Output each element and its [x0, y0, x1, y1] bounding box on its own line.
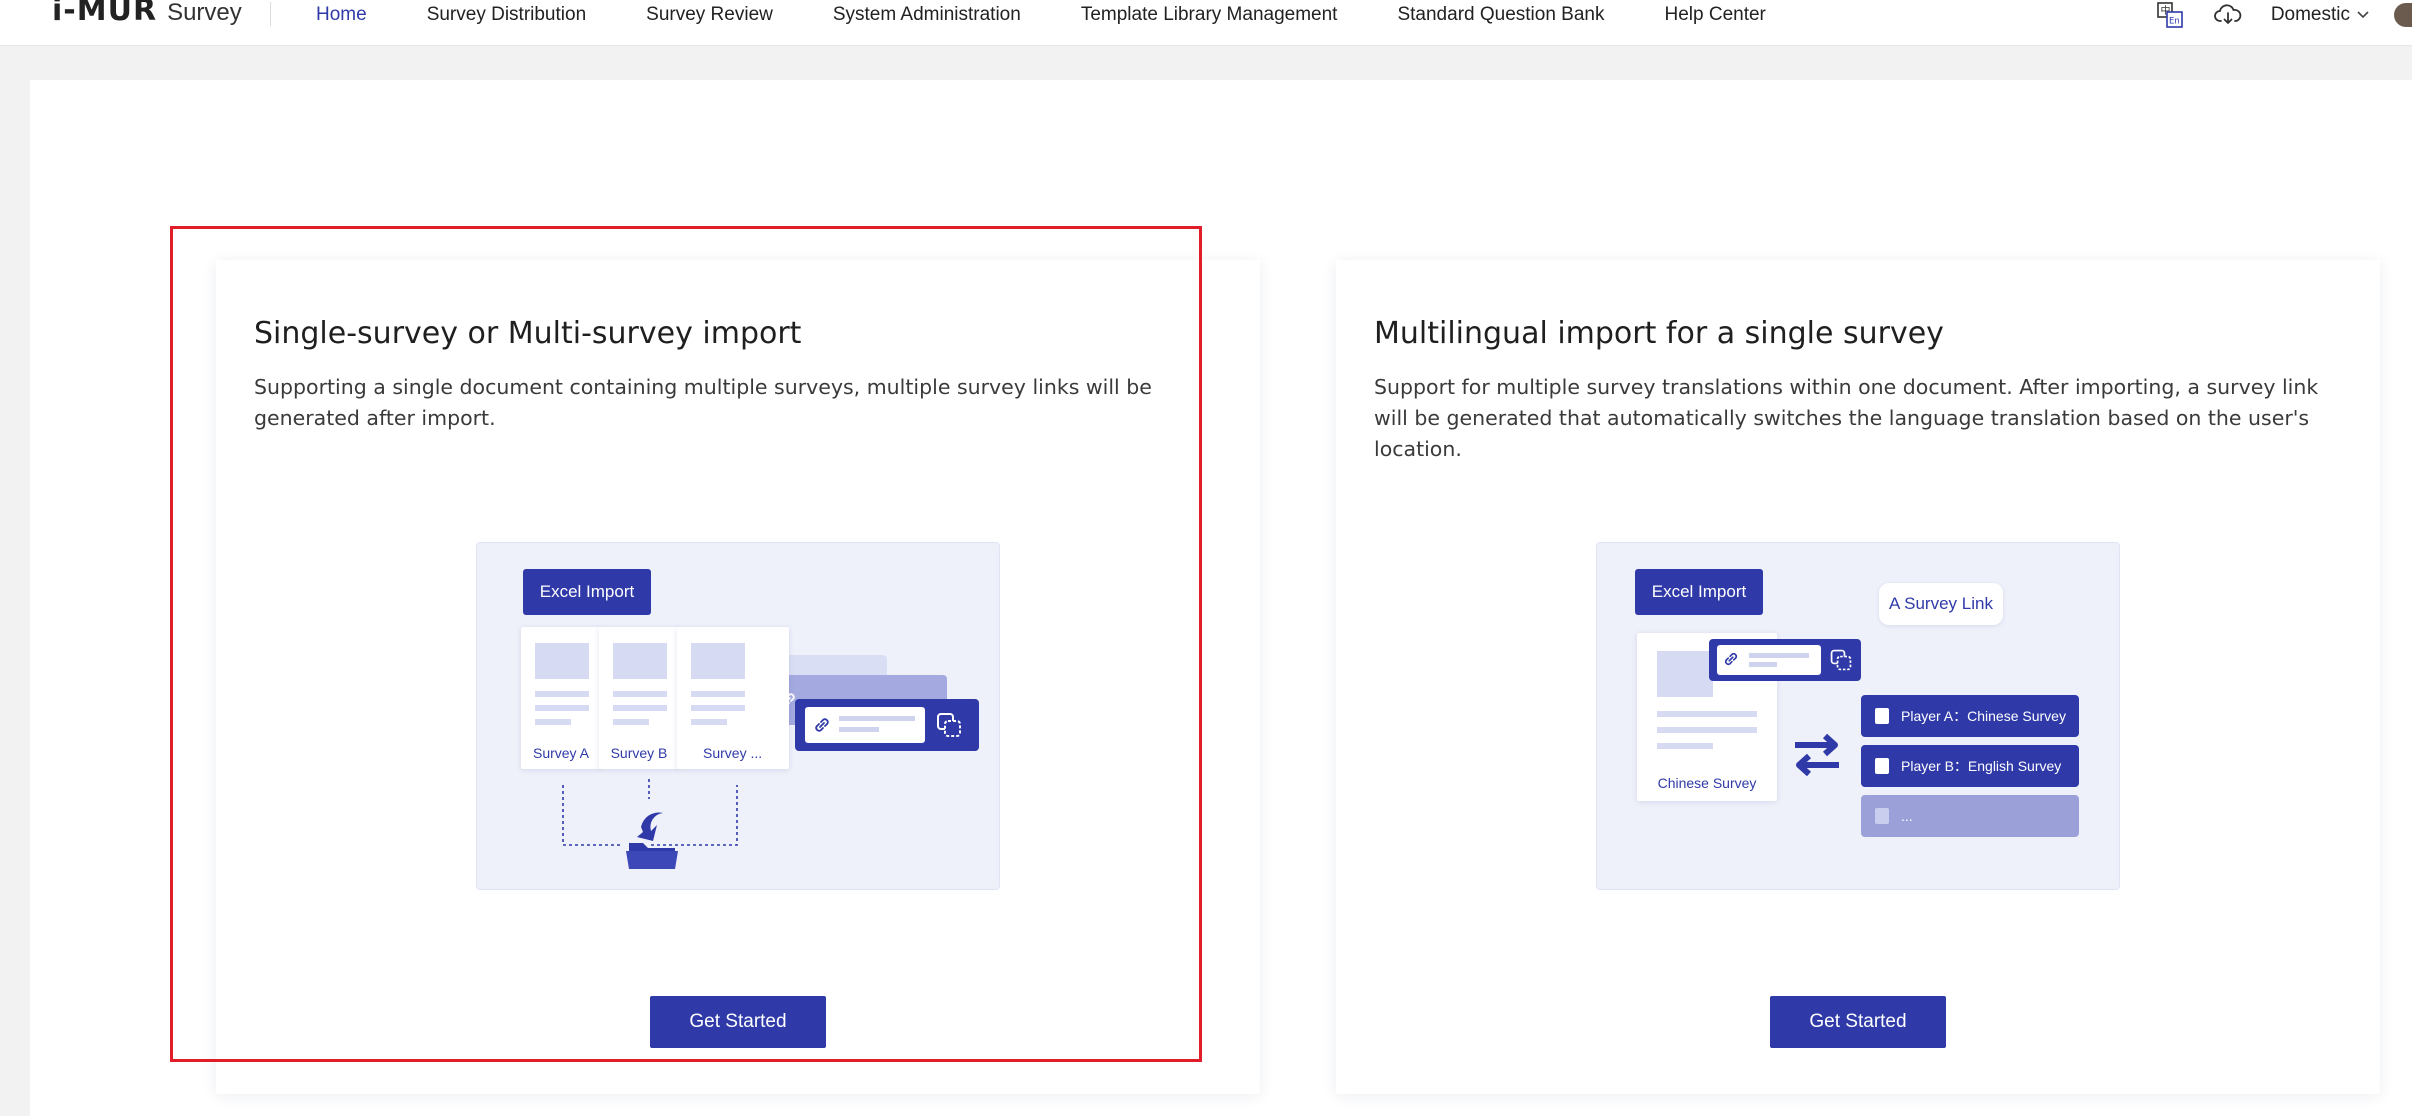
document-check-icon: [1875, 808, 1889, 824]
document-check-icon: [1875, 708, 1889, 724]
app-logo[interactable]: i-MUR Survey: [52, 0, 242, 30]
multilingual-illustration: Excel Import A Survey Link Chinese Surve…: [1596, 542, 2120, 890]
player-b-english-survey: Player B：English Survey: [1861, 745, 2079, 787]
svg-text:En: En: [2169, 17, 2180, 27]
chinese-survey-label: Chinese Survey: [1657, 775, 1757, 791]
player-a-label: Player A：Chinese Survey: [1901, 708, 2066, 724]
logo-product-name: Survey: [167, 0, 242, 26]
nav-item-survey-review[interactable]: Survey Review: [616, 4, 803, 26]
region-label: Domestic: [2270, 4, 2350, 25]
nav-item-survey-distribution[interactable]: Survey Distribution: [397, 4, 616, 26]
region-selector[interactable]: Domestic: [2271, 4, 2370, 26]
nav-item-home[interactable]: Home: [286, 4, 397, 26]
main-nav: Home Survey Distribution Survey Review S…: [286, 0, 1796, 30]
nav-item-template-library-management[interactable]: Template Library Management: [1051, 4, 1368, 26]
nav-item-help-center[interactable]: Help Center: [1635, 4, 1796, 26]
link-url-field: [1717, 645, 1821, 675]
survey-link-bar: [1709, 639, 1861, 681]
excel-import-tag: Excel Import: [1635, 569, 1763, 615]
player-more-label: ...: [1901, 808, 1913, 824]
document-check-icon: [1875, 758, 1889, 774]
nav-divider: [270, 2, 271, 26]
top-navigation-bar: i-MUR Survey Home Survey Distribution Su…: [0, 0, 2412, 46]
nav-item-system-administration[interactable]: System Administration: [803, 4, 1051, 26]
multi-survey-illustration: Excel Import Survey A Survey B Survey ..…: [476, 542, 1000, 890]
player-a-chinese-survey: Player A：Chinese Survey: [1861, 695, 2079, 737]
card-description: Support for multiple survey translations…: [1374, 375, 2319, 461]
copy-icon: [1829, 648, 1853, 677]
link-icon: [1721, 649, 1741, 674]
player-b-label: Player B：English Survey: [1901, 758, 2062, 774]
chevron-down-icon: [2356, 4, 2370, 26]
card-title: Multilingual import for a single survey: [1374, 316, 1944, 351]
import-connector-lines: [562, 779, 738, 846]
survey-link-bubble: A Survey Link: [1879, 583, 2003, 625]
get-started-button[interactable]: Get Started: [1770, 996, 1946, 1048]
header-tools: 中 En Domestic: [2155, 0, 2412, 30]
translate-icon[interactable]: 中 En: [2155, 0, 2185, 30]
import-option-card-multilingual: Multilingual import for a single survey …: [1336, 260, 2380, 1094]
card-title: Single-survey or Multi-survey import: [254, 316, 802, 351]
import-option-card-multi-survey: Single-survey or Multi-survey import Sup…: [216, 260, 1260, 1094]
avatar[interactable]: [2394, 3, 2412, 27]
get-started-button[interactable]: Get Started: [650, 996, 826, 1048]
cloud-download-icon[interactable]: [2213, 0, 2243, 30]
logo-mark: i-MUR: [52, 0, 158, 28]
import-folder-icon: [623, 805, 681, 876]
card-description: Supporting a single document containing …: [254, 375, 1152, 430]
player-more: ...: [1861, 795, 2079, 837]
main-content: Single-survey or Multi-survey import Sup…: [30, 80, 2412, 1116]
swap-arrows-icon: [1791, 733, 1843, 782]
nav-item-standard-question-bank[interactable]: Standard Question Bank: [1367, 4, 1634, 26]
